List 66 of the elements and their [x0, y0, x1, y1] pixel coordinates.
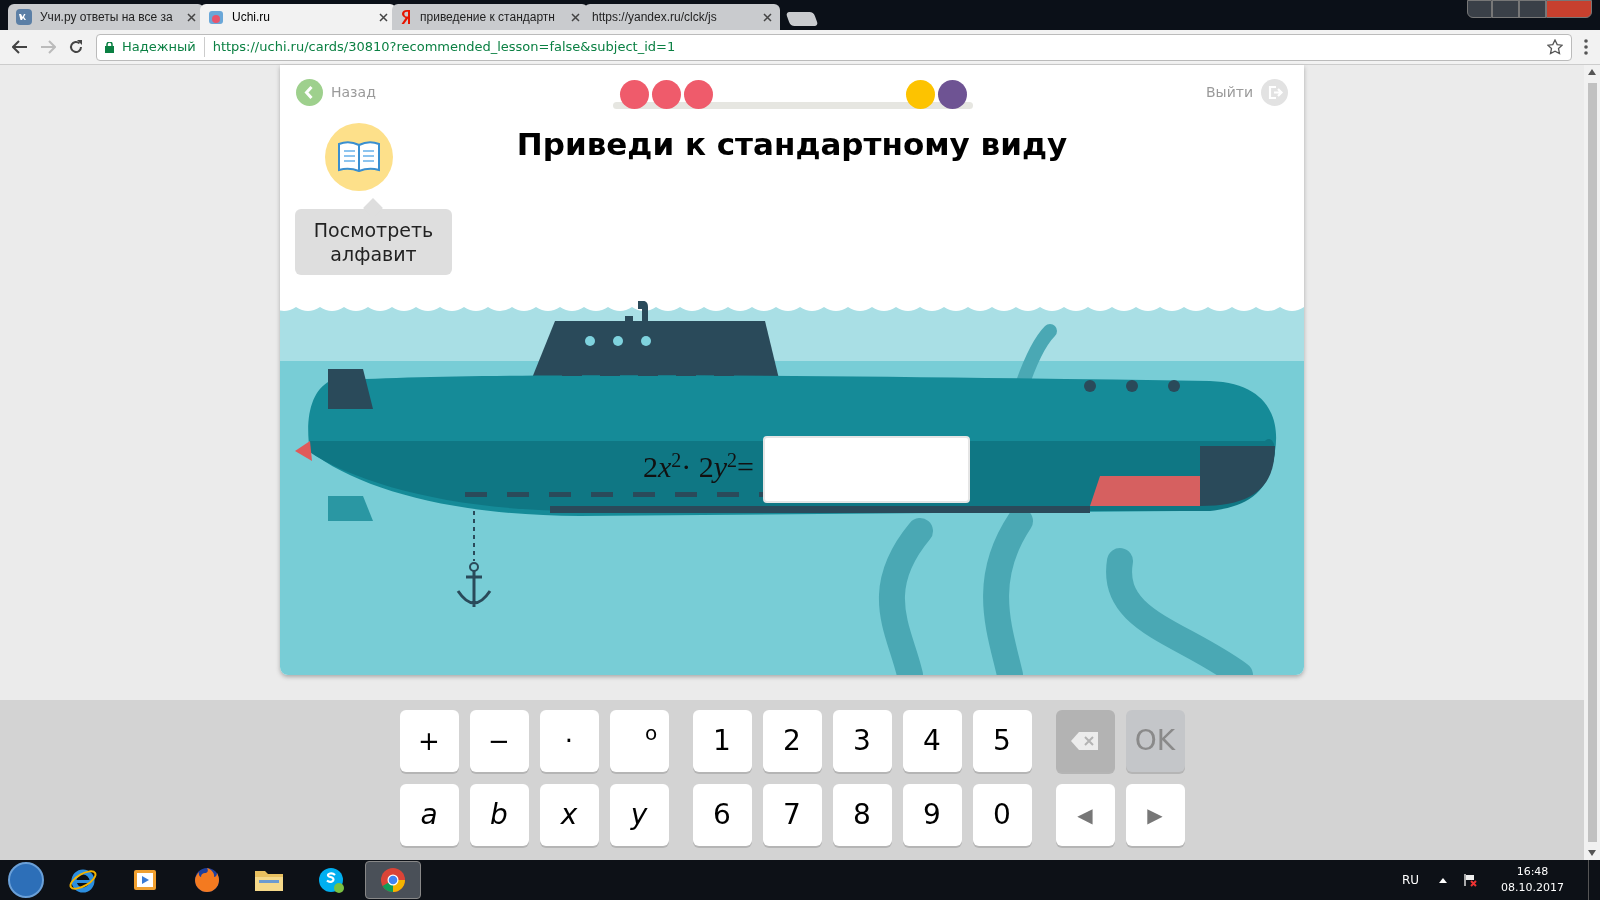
tab-title: Учи.ру ответы на все за	[40, 9, 174, 26]
back-arrow-icon[interactable]	[12, 40, 28, 54]
tab-title: приведение к стандартн	[420, 9, 556, 26]
tray-arrow-icon[interactable]	[1439, 877, 1447, 883]
anchor-icon	[456, 510, 492, 609]
digit-key[interactable]: 5	[972, 710, 1032, 772]
flag-icon[interactable]	[1463, 873, 1477, 887]
tab-title: Uchi.ru	[232, 9, 271, 26]
backspace-icon	[1070, 731, 1100, 751]
digit-key[interactable]: 7	[762, 784, 822, 846]
close-icon[interactable]	[763, 12, 772, 22]
digit-key[interactable]: 0	[972, 784, 1032, 846]
firefox-icon[interactable]	[192, 865, 222, 895]
start-button[interactable]	[8, 862, 44, 898]
scroll-thumb[interactable]	[1587, 83, 1597, 842]
skype-icon[interactable]	[316, 865, 346, 895]
chrome-icon[interactable]	[378, 865, 408, 895]
operator-key[interactable]: ·	[539, 710, 599, 772]
digit-key[interactable]: 1	[692, 710, 752, 772]
digit-key[interactable]: 2	[762, 710, 822, 772]
alphabet-tooltip[interactable]: Посмотреть алфавит	[295, 209, 452, 275]
address-field[interactable]: Надежный https://uchi.ru/cards/30810?recommended_lesson=false&subject_id=1	[96, 33, 1572, 61]
digit-key[interactable]: 9	[902, 784, 962, 846]
menu-icon[interactable]	[1584, 39, 1588, 55]
reload-icon[interactable]	[68, 39, 84, 55]
new-tab-button[interactable]	[785, 12, 819, 26]
digit-key[interactable]: 4	[902, 710, 962, 772]
variable-key[interactable]: a	[399, 784, 459, 846]
clock-time: 16:48	[1516, 864, 1549, 880]
scroll-up-icon[interactable]	[1588, 69, 1596, 75]
back-chevron-icon	[296, 79, 323, 106]
security-label: Надежный	[122, 37, 205, 57]
vk-logo-icon	[16, 9, 32, 25]
digit-key[interactable]: 6	[692, 784, 752, 846]
variable-key[interactable]: x	[539, 784, 599, 846]
degree-key[interactable]: o	[609, 710, 669, 772]
browser-tab[interactable]: https://yandex.ru/clck/js	[584, 4, 780, 30]
digit-key[interactable]: 3	[832, 710, 892, 772]
yandex-logo-icon	[400, 9, 412, 25]
task-title: Приведи к стандартному виду	[515, 125, 1069, 164]
close-icon[interactable]	[379, 12, 388, 22]
exit-icon	[1261, 79, 1288, 106]
lock-icon	[105, 41, 114, 53]
browser-tab[interactable]: Учи.ру ответы на все за	[8, 4, 204, 30]
answer-input-field[interactable]	[763, 436, 970, 503]
arrow-key[interactable]: ▶	[1125, 784, 1185, 846]
operator-key[interactable]: −	[469, 710, 529, 772]
arrow-key[interactable]: ◀	[1055, 784, 1115, 846]
variable-key[interactable]: b	[469, 784, 529, 846]
browser-tab[interactable]: приведение к стандартн	[392, 4, 588, 30]
url-text: https://uchi.ru/cards/30810?recommended_lesson=false&subject_id=1	[212, 38, 677, 57]
tooltip-text: Посмотреть алфавит	[312, 218, 435, 266]
bookmark-star-icon[interactable]	[1547, 39, 1563, 55]
operator-key[interactable]: +	[399, 710, 459, 772]
clock-date: 08.10.2017	[1501, 880, 1564, 896]
close-icon[interactable]	[571, 12, 580, 22]
language-indicator[interactable]: RU	[1401, 871, 1419, 889]
browser-tab[interactable]: Uchi.ru	[200, 4, 396, 30]
tab-title: https://yandex.ru/clck/js	[592, 9, 718, 26]
scroll-down-icon[interactable]	[1588, 850, 1596, 856]
uchi-logo-icon	[208, 9, 224, 25]
close-icon[interactable]	[187, 12, 196, 22]
equation-text: 2x$^{2}$· 2y$^{2}$=	[641, 447, 754, 485]
media-player-icon[interactable]	[132, 867, 158, 893]
digit-key[interactable]: 8	[832, 784, 892, 846]
variable-key[interactable]: y	[609, 784, 669, 846]
